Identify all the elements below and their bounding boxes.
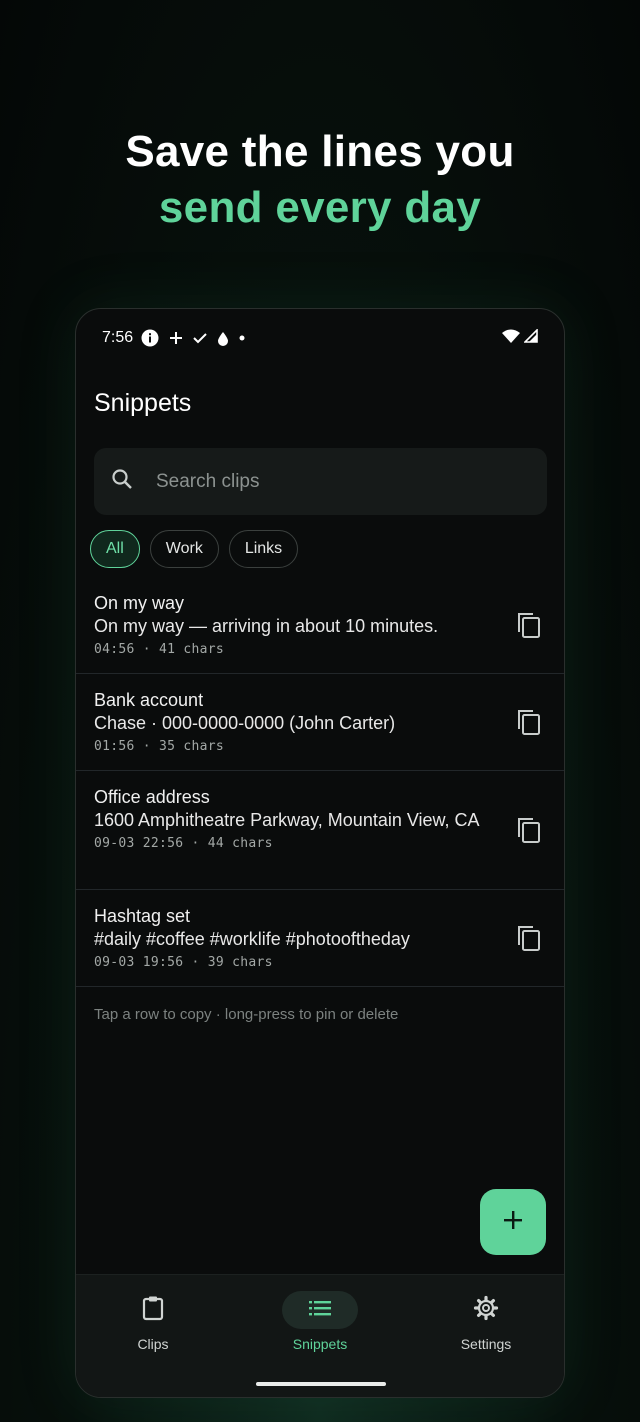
list-item[interactable]: On my way On my way — arriving in about … — [76, 577, 564, 674]
nav-item-snippets[interactable]: Snippets — [260, 1291, 380, 1352]
snippet-meta: 09-03 22:56 · 44 chars — [94, 836, 273, 851]
drop-icon — [217, 331, 229, 346]
page-title: Snippets — [94, 389, 192, 417]
list-item[interactable]: Hashtag set #daily #coffee #worklife #ph… — [76, 890, 564, 987]
chip-label: Work — [165, 540, 203, 557]
clipboard-icon — [142, 1295, 164, 1326]
nav-pill — [448, 1291, 524, 1329]
nav-pill — [282, 1291, 358, 1329]
home-indicator[interactable] — [256, 1382, 386, 1386]
snippet-list: On my way On my way — arriving in about … — [76, 577, 564, 987]
snippet-text: #daily #coffee #worklife #photooftheday — [94, 929, 410, 949]
chip-label: Links — [244, 540, 283, 557]
search-bar[interactable] — [94, 448, 547, 515]
copy-icon[interactable] — [514, 923, 544, 953]
check-icon — [193, 332, 207, 344]
chip-links[interactable]: Links — [228, 530, 299, 568]
add-snippet-button[interactable] — [480, 1189, 546, 1255]
snippet-text: On my way — arriving in about 10 minutes… — [94, 616, 439, 636]
nav-label: Settings — [460, 1336, 512, 1352]
nav-label: Clips — [137, 1336, 169, 1352]
chip-all[interactable]: All — [90, 530, 140, 568]
headline-line-1: Save the lines you — [125, 127, 515, 176]
copy-icon[interactable] — [514, 815, 544, 845]
usage-hint: Tap a row to copy · long-press to pin or… — [94, 1006, 399, 1023]
list-item[interactable]: Bank account Chase · 000-0000-0000 (John… — [76, 674, 564, 771]
phone-frame: 7:56 Snippets Al — [75, 308, 565, 1398]
list-item[interactable]: Office address 1600 Amphitheatre Parkway… — [76, 771, 564, 890]
search-input[interactable] — [156, 470, 496, 493]
snippet-title: Office address — [94, 787, 210, 807]
snippet-title: Hashtag set — [94, 906, 191, 926]
snippet-title: Bank account — [94, 690, 204, 710]
nav-item-settings[interactable]: Settings — [426, 1291, 546, 1352]
plus-icon — [169, 331, 183, 345]
chip-work[interactable]: Work — [149, 530, 219, 568]
headline-line-2: send every day — [158, 183, 482, 232]
snippet-text: Chase · 000-0000-0000 (John Carter) — [94, 713, 396, 733]
snippet-title: On my way — [94, 593, 185, 613]
list-icon — [308, 1299, 332, 1322]
snippet-text: 1600 Amphitheatre Parkway, Mountain View… — [94, 810, 480, 830]
filter-chips: All Work Links — [90, 530, 299, 568]
wifi-icon — [502, 329, 520, 348]
gear-icon — [473, 1295, 499, 1326]
copy-icon[interactable] — [514, 707, 544, 737]
copy-icon[interactable] — [514, 610, 544, 640]
search-icon — [110, 467, 134, 496]
status-time: 7:56 — [102, 329, 134, 346]
bottom-navigation: Clips Snippets Settings — [76, 1274, 564, 1397]
status-bar: 7:56 — [76, 309, 564, 367]
nav-item-clips[interactable]: Clips — [93, 1291, 213, 1352]
chip-label: All — [106, 540, 124, 557]
nav-pill — [115, 1291, 191, 1329]
plus-icon — [503, 1210, 523, 1235]
dot-icon — [239, 335, 245, 341]
signal-icon — [523, 327, 538, 348]
snippet-meta: 09-03 19:56 · 39 chars — [94, 955, 273, 970]
info-icon — [141, 329, 159, 347]
snippet-meta: 04:56 · 41 chars — [94, 642, 225, 657]
nav-label: Snippets — [292, 1336, 348, 1352]
promo-headline: Save the lines you send every day — [0, 124, 640, 236]
snippet-meta: 01:56 · 35 chars — [94, 739, 225, 754]
